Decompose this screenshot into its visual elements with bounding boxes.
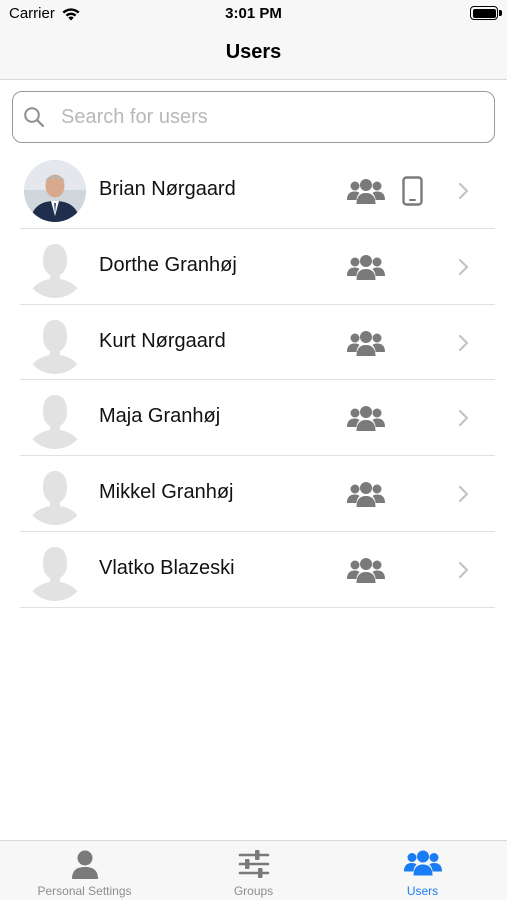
user-row[interactable]: Brian Nørgaard — [0, 153, 507, 229]
group-icon — [347, 557, 385, 583]
battery-cap — [499, 10, 502, 16]
user-name: Kurt Nørgaard — [99, 329, 226, 352]
user-list: Brian Nørgaard Dorthe Granhøj Kurt Nørga… — [0, 153, 507, 608]
user-name: Maja Granhøj — [99, 405, 221, 428]
users-icon — [403, 850, 442, 876]
user-row[interactable]: Maja Granhøj — [0, 380, 507, 457]
group-icon — [347, 482, 385, 508]
group-icon — [347, 330, 385, 356]
avatar-placeholder-icon — [24, 463, 86, 526]
sliders-icon — [238, 850, 269, 878]
search-input[interactable] — [61, 100, 481, 134]
navigation-bar: Users — [0, 28, 507, 80]
user-name: Brian Nørgaard — [99, 178, 236, 200]
avatar-photo — [24, 160, 86, 222]
user-name: Vlatko Blazeski — [99, 556, 235, 579]
tab-label: Groups — [233, 884, 274, 898]
avatar-placeholder-icon — [24, 236, 86, 298]
clock: 3:01 PM — [225, 5, 282, 22]
row-divider — [20, 606, 495, 608]
group-icon — [347, 179, 385, 204]
tab-label: Personal Settings — [37, 884, 132, 898]
tab-groups[interactable]: Groups — [169, 841, 338, 900]
status-bar: Carrier 3:01 PM — [0, 0, 507, 28]
chevron-right-icon — [458, 561, 469, 579]
tab-bar: Personal Settings Groups Users — [0, 840, 507, 900]
avatar-placeholder-icon — [24, 539, 86, 601]
chevron-right-icon — [458, 334, 469, 351]
avatar-placeholder-icon — [24, 312, 86, 374]
search-icon — [24, 107, 45, 128]
page-title: Users — [225, 41, 282, 63]
tab-personal-settings[interactable]: Personal Settings — [0, 841, 169, 900]
search-bar[interactable] — [12, 91, 495, 143]
battery-icon — [470, 6, 498, 20]
user-row[interactable]: Mikkel Granhøj — [0, 456, 507, 532]
group-icon — [347, 254, 385, 280]
avatar-placeholder-icon — [24, 387, 86, 450]
chevron-right-icon — [458, 410, 469, 427]
group-icon — [347, 406, 385, 432]
tab-label: Users — [406, 884, 439, 898]
mobile-device-icon — [402, 176, 423, 206]
user-row[interactable]: Dorthe Granhøj — [0, 229, 507, 305]
chevron-right-icon — [458, 258, 469, 275]
user-name: Dorthe Granhøj — [99, 253, 237, 276]
user-row[interactable]: Kurt Nørgaard — [0, 305, 507, 381]
chevron-right-icon — [458, 182, 469, 200]
chevron-right-icon — [458, 486, 469, 503]
person-icon — [71, 850, 98, 879]
user-row[interactable]: Vlatko Blazeski — [0, 532, 507, 608]
user-name: Mikkel Granhøj — [99, 481, 234, 504]
tab-users[interactable]: Users — [338, 841, 507, 900]
